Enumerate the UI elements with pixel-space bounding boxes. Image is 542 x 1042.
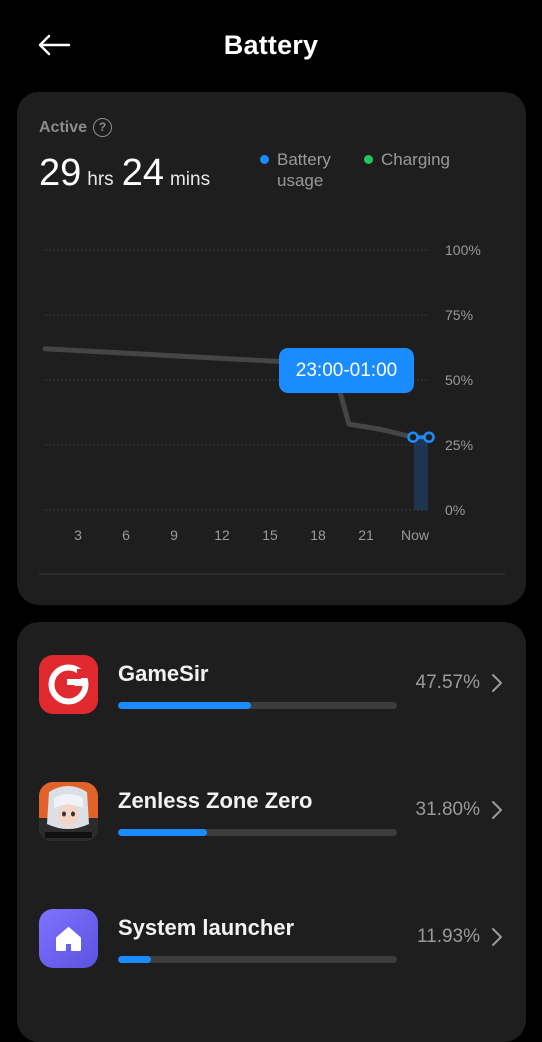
y-tick-label: 50% <box>445 372 473 388</box>
app-usage-card: GameSir 47.57% Zenless Zone Zero 31.80% … <box>17 622 526 1042</box>
zenless-zone-zero-app-icon <box>39 782 98 841</box>
usage-bar-fill <box>118 956 152 963</box>
selected-range-bar <box>414 437 428 510</box>
app-name: System launcher <box>118 915 295 940</box>
x-tick-label: 12 <box>214 527 230 543</box>
x-tick-label: Now <box>401 527 430 543</box>
chevron-right-icon <box>492 928 502 946</box>
app-row-system-launcher[interactable]: System launcher 11.93% <box>17 909 526 989</box>
usage-percent: 47.57% <box>415 672 480 693</box>
usage-percent: 11.93% <box>416 926 480 947</box>
time-range-tooltip: 23:00-01:00 <box>279 348 414 393</box>
header: Battery <box>0 0 542 92</box>
app-row-gamesir[interactable]: GameSir 47.57% <box>17 655 526 735</box>
x-tick-label: 6 <box>122 527 130 543</box>
usage-bar <box>118 956 397 963</box>
usage-bar <box>118 829 397 836</box>
app-row-zenless-zone-zero[interactable]: Zenless Zone Zero 31.80% <box>17 782 526 862</box>
usage-bar-fill <box>118 702 251 709</box>
x-tick-label: 21 <box>358 527 374 543</box>
x-tick-label: 15 <box>262 527 278 543</box>
app-name: GameSir <box>118 661 209 686</box>
usage-percent: 31.80% <box>415 799 480 820</box>
selected-segment-start-point <box>407 431 419 443</box>
chevron-right-icon <box>492 801 502 819</box>
chevron-right-icon <box>492 674 502 692</box>
usage-bar <box>118 702 397 709</box>
usage-bar-fill <box>118 829 207 836</box>
app-name: Zenless Zone Zero <box>118 788 313 813</box>
system-launcher-app-icon <box>39 909 98 968</box>
y-tick-label: 75% <box>445 307 473 323</box>
battery-level-chart[interactable]: 100% 75% 50% 25% 0% 3 6 9 12 15 18 21 Now <box>17 92 526 605</box>
selected-segment-end-point <box>423 431 435 443</box>
battery-chart-card: Active ? 29 hrs 24 mins Battery usage Ch… <box>17 92 526 605</box>
y-tick-label: 100% <box>445 242 481 258</box>
x-tick-label: 9 <box>170 527 178 543</box>
page-title: Battery <box>223 30 319 60</box>
x-tick-label: 18 <box>310 527 326 543</box>
gamesir-app-icon <box>39 655 98 714</box>
y-tick-label: 0% <box>445 502 465 518</box>
x-tick-label: 3 <box>74 527 82 543</box>
y-tick-label: 25% <box>445 437 473 453</box>
